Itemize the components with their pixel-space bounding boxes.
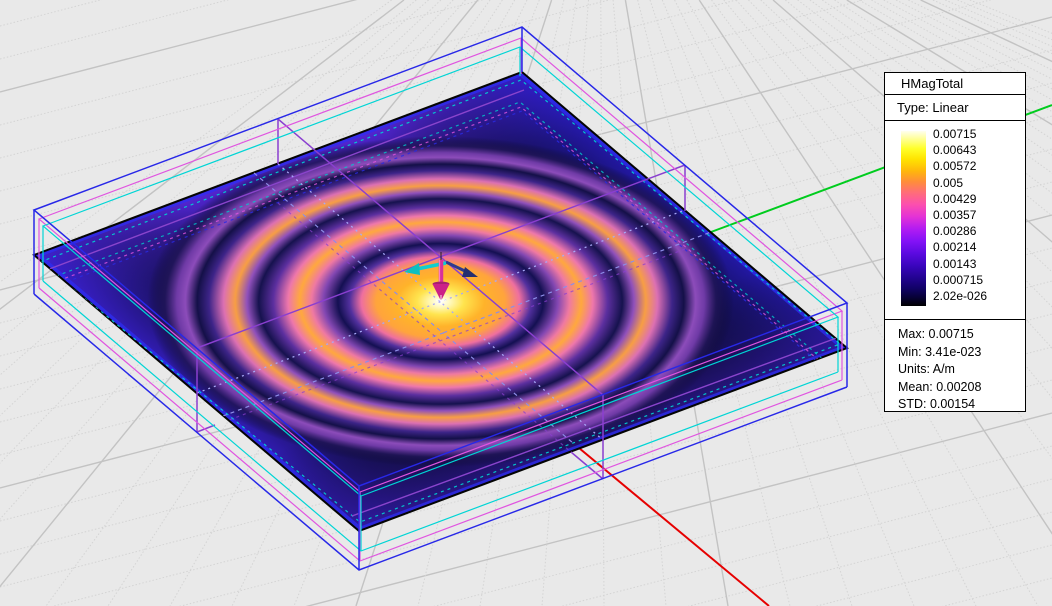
stat-max: Max: 0.00715: [898, 327, 974, 341]
scale-value: 0.00715: [933, 127, 977, 141]
scale-value: 0.00357: [933, 207, 977, 222]
stat-min: Min: 3.41e-023: [898, 344, 982, 359]
stat-std: STD: 0.00154: [898, 397, 976, 412]
stat-mean: Mean: 0.00208: [898, 379, 982, 394]
scale-value: 0.00572: [933, 159, 977, 174]
scale-value: 0.00286: [933, 224, 977, 239]
stat-units: Units: A/m: [898, 362, 955, 377]
legend-scale: 0.00715 0.00643 0.00572 0.005 0.00429 0.…: [885, 121, 1025, 319]
scale-value: 0.000715: [933, 272, 984, 287]
scale-value: 0.00143: [933, 256, 977, 271]
legend-type-label: Type: Linear: [885, 95, 1025, 121]
legend-stats: Max: 0.00715 Min: 3.41e-023 Units: A/m M…: [885, 319, 1025, 414]
scale-value: 0.005: [933, 175, 964, 190]
scale-value: 2.02e-026: [933, 288, 988, 303]
legend-title: HMagTotal: [885, 73, 1025, 95]
colorbar: [901, 131, 926, 306]
scale-labels: 0.00715 0.00643 0.00572 0.005 0.00429 0.…: [933, 126, 987, 304]
scale-value: 0.00643: [933, 143, 977, 158]
scale-value: 0.00429: [933, 191, 977, 206]
legend-panel[interactable]: HMagTotal Type: Linear 0.00715 0.00643 0…: [884, 72, 1026, 412]
scale-value: 0.00214: [933, 240, 977, 255]
viewport-3d[interactable]: HMagTotal Type: Linear 0.00715 0.00643 0…: [0, 0, 1052, 606]
